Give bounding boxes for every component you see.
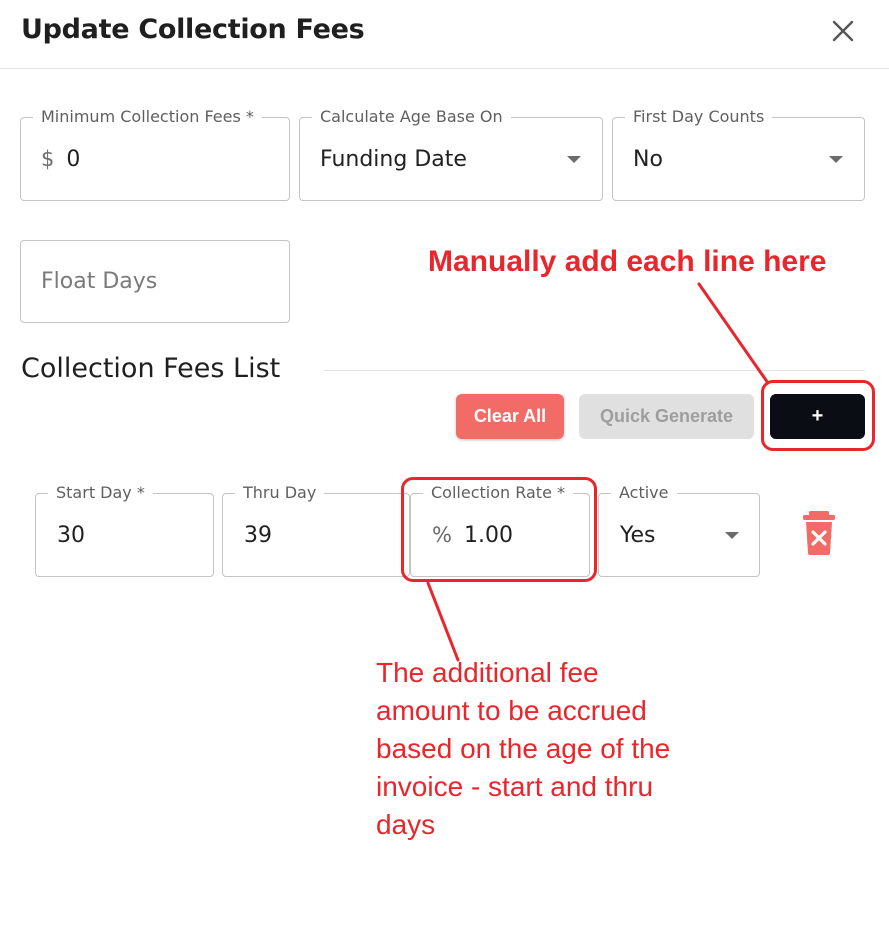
annotation-arrows — [426, 282, 770, 662]
annotation-line-rate — [426, 581, 460, 662]
annotation-line-add — [697, 282, 770, 385]
